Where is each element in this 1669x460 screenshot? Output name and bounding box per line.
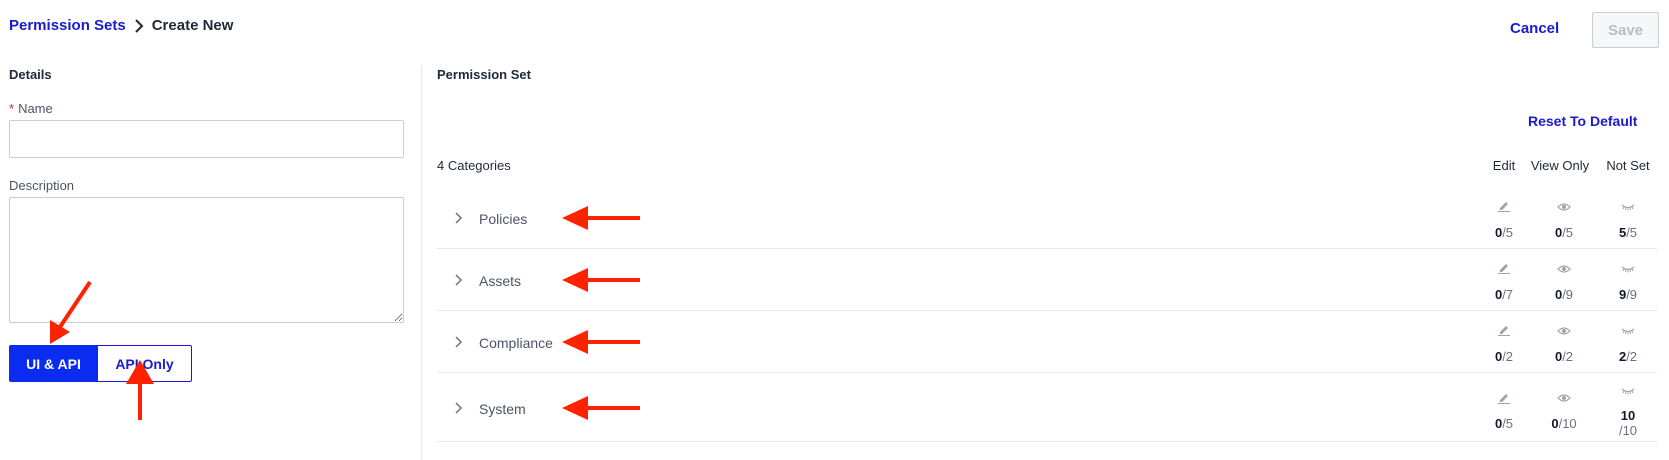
annotation-arrow [562, 268, 640, 292]
category-compliance[interactable]: Compliance [479, 335, 553, 351]
panel-divider [421, 66, 422, 460]
eye-closed-icon [1621, 388, 1635, 395]
stat-not-set: 5/5 [1618, 225, 1638, 240]
annotation-arrow [562, 206, 640, 230]
column-edit: Edit [1492, 158, 1516, 173]
annotation-arrow [562, 396, 640, 420]
cancel-button[interactable]: Cancel [1510, 20, 1559, 37]
stat-view-only: 0/2 [1554, 349, 1574, 364]
name-input[interactable] [9, 120, 404, 158]
category-assets[interactable]: Assets [479, 273, 521, 289]
pencil-icon [1498, 264, 1510, 274]
column-not-set: Not Set [1606, 158, 1650, 173]
ui-and-api-toggle[interactable]: UI & API [9, 345, 98, 382]
chevron-right-icon [135, 18, 144, 33]
chevron-right-icon[interactable] [453, 335, 463, 354]
name-label: * Name [9, 101, 53, 116]
description-label: Description [9, 178, 75, 193]
chevron-right-icon[interactable] [453, 211, 463, 230]
breadcrumb-permission-sets-link[interactable]: Permission Sets [9, 17, 126, 34]
pencil-icon [1498, 326, 1510, 336]
stat-not-set: 2/2 [1618, 349, 1638, 364]
stat-edit: 0/5 [1494, 416, 1514, 431]
stat-edit: 0/7 [1494, 287, 1514, 302]
eye-closed-icon [1621, 266, 1635, 273]
breadcrumb-current: Create New [151, 17, 234, 34]
save-button[interactable]: Save [1592, 12, 1659, 48]
annotation-arrow [50, 280, 92, 344]
eye-icon [1557, 327, 1571, 335]
annotation-arrow [126, 360, 154, 420]
category-count: 4 Categories [437, 158, 511, 173]
category-system[interactable]: System [479, 401, 526, 417]
stat-edit: 0/2 [1494, 349, 1514, 364]
stat-view-only: 0/9 [1554, 287, 1574, 302]
pencil-icon [1498, 394, 1510, 404]
access-toggle: UI & API API Only [9, 345, 192, 382]
stat-not-set: 10/10 [1618, 408, 1638, 438]
eye-icon [1557, 394, 1571, 402]
permission-set-title: Permission Set [437, 67, 531, 82]
eye-icon [1557, 203, 1571, 211]
row-divider [437, 248, 1657, 249]
column-view-only: View Only [1530, 158, 1590, 173]
row-divider [437, 372, 1657, 373]
stat-not-set: 9/9 [1618, 287, 1638, 302]
stat-view-only: 0/5 [1554, 225, 1574, 240]
breadcrumb: Permission Sets Create New [9, 17, 233, 34]
row-divider [437, 310, 1657, 311]
reset-to-default-button[interactable]: Reset To Default [1528, 113, 1637, 129]
annotation-arrow [562, 330, 640, 354]
eye-closed-icon [1621, 328, 1635, 335]
category-policies[interactable]: Policies [479, 211, 527, 227]
stat-view-only: 0/10 [1551, 416, 1577, 431]
pencil-icon [1498, 202, 1510, 212]
details-title: Details [9, 67, 52, 82]
eye-closed-icon [1621, 204, 1635, 211]
chevron-right-icon[interactable] [453, 273, 463, 292]
stat-edit: 0/5 [1494, 225, 1514, 240]
chevron-right-icon[interactable] [453, 401, 463, 420]
eye-icon [1557, 265, 1571, 273]
row-divider [437, 441, 1657, 442]
required-mark: * [9, 101, 15, 116]
